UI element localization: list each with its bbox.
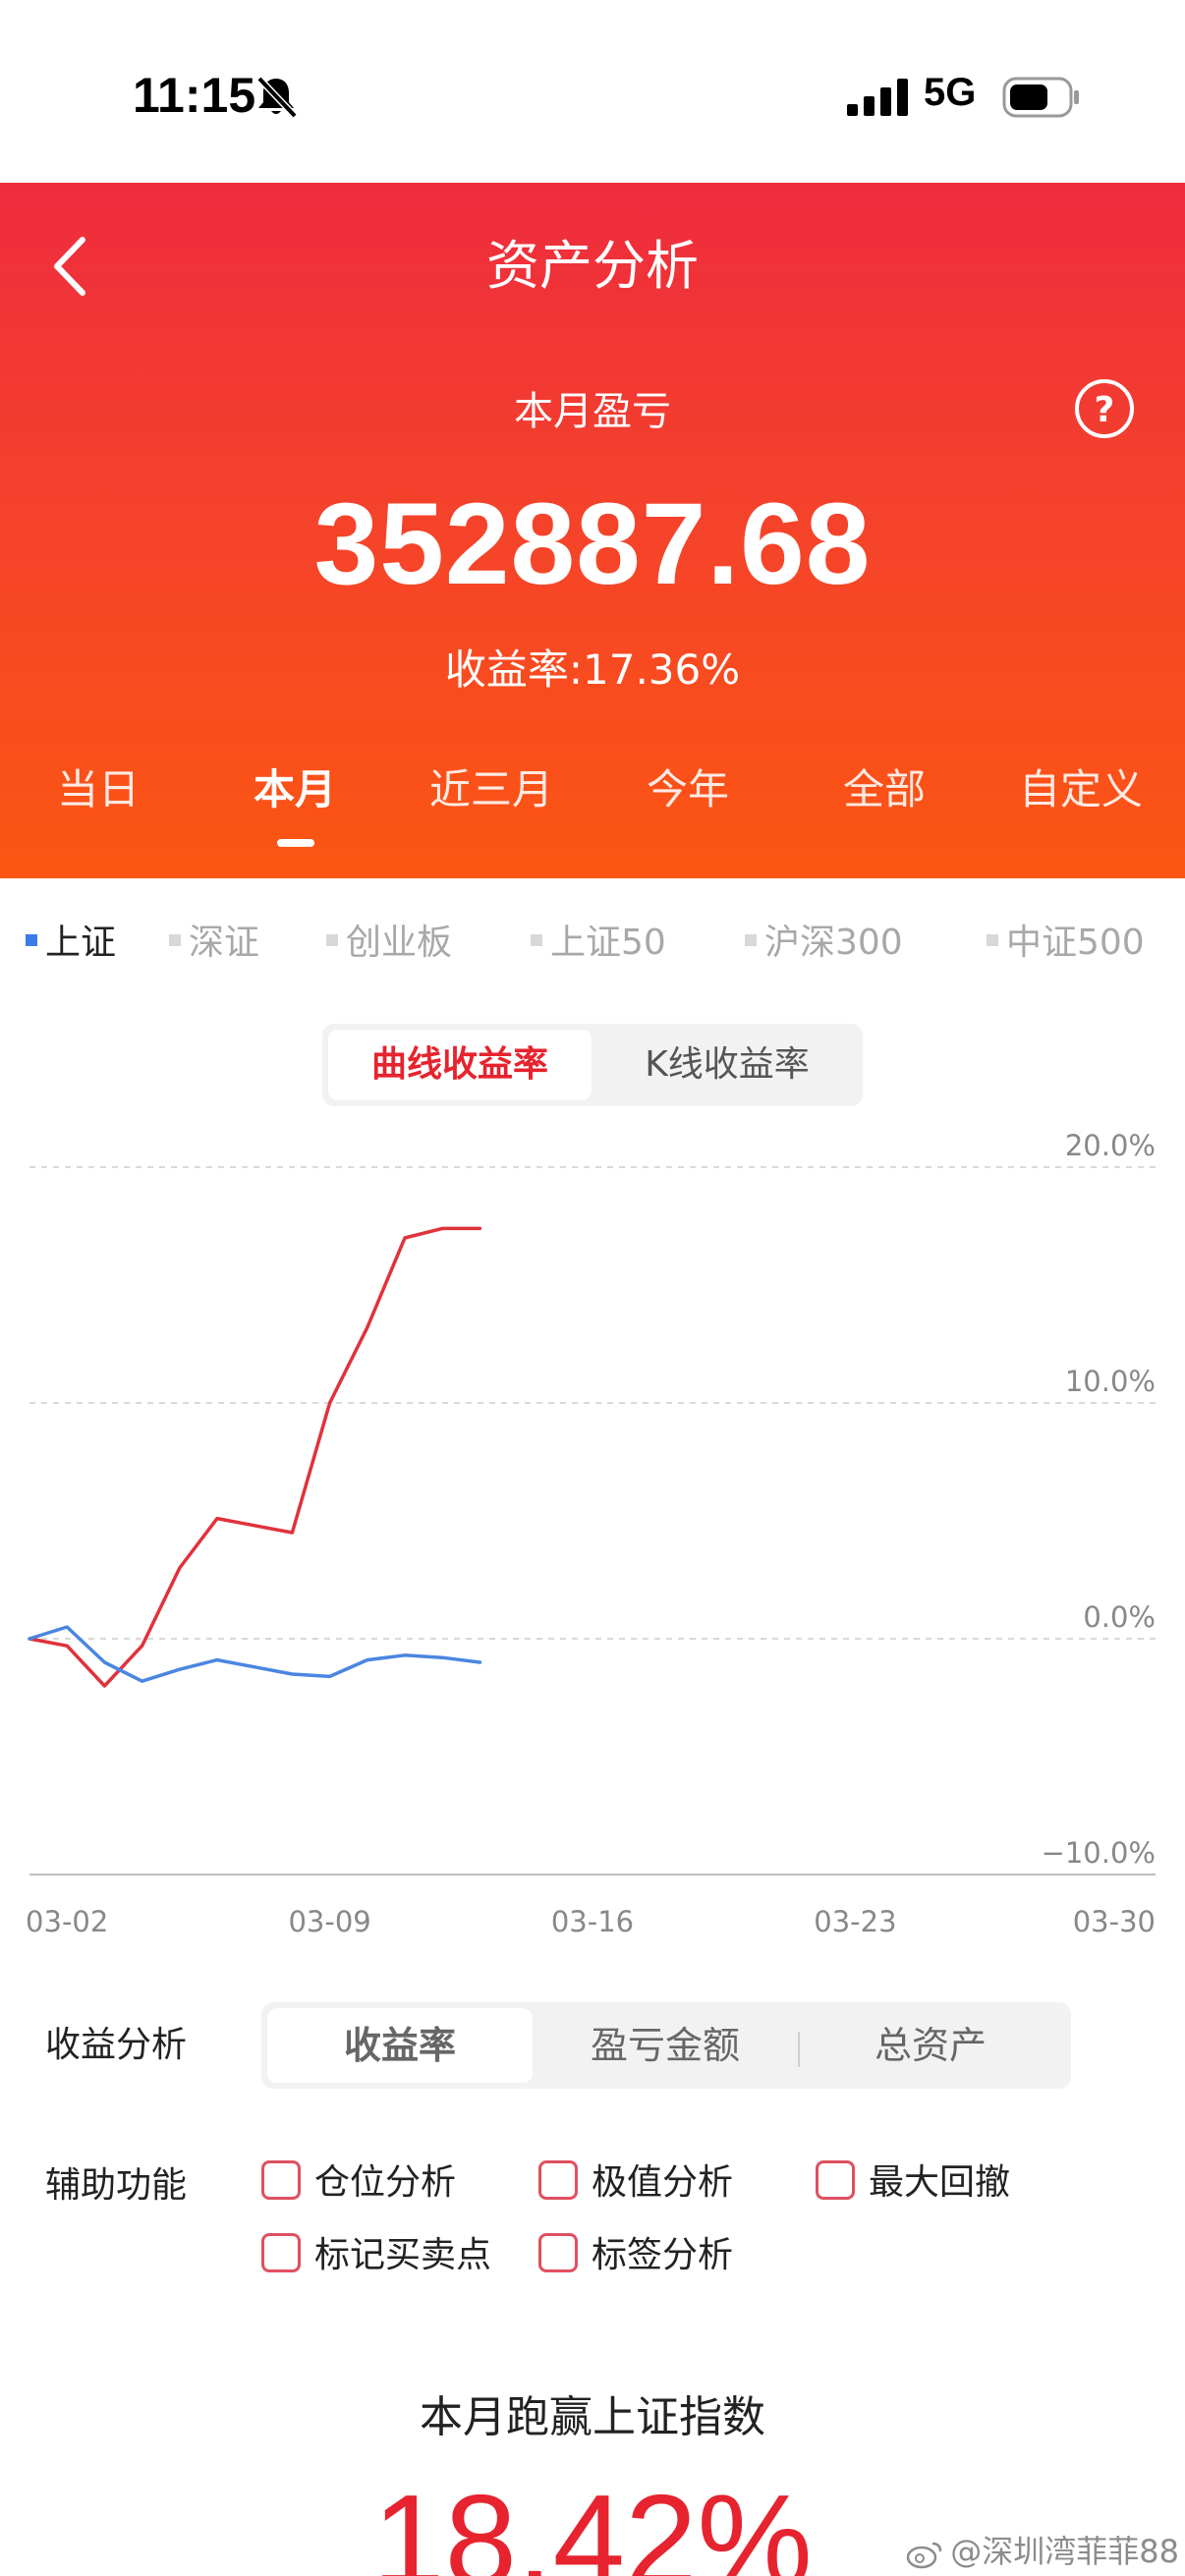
tab-this-month[interactable]: 本月 [197, 756, 393, 816]
legend-dot [745, 934, 757, 946]
chart-y-tick-label: −10.0% [1042, 1836, 1156, 1870]
index-tab-label: 深证 [189, 923, 260, 963]
status-time: 11:15 [133, 68, 256, 123]
index-tab-csi300[interactable]: 沪深300 [745, 914, 903, 965]
battery-icon [1002, 77, 1079, 118]
tool-mark-trades[interactable]: 标记买卖点 [261, 2226, 491, 2277]
chart-x-tick-label: 03-09 [288, 1905, 370, 1938]
kline-return-button[interactable]: K线收益率 [597, 1030, 857, 1100]
index-tab-shanghai[interactable]: 上证 [26, 914, 116, 965]
svg-text:?: ? [1095, 390, 1115, 430]
active-tab-indicator [277, 839, 314, 847]
cellular-signal-icon [847, 79, 908, 116]
return-analysis-tabs: 收益率 盈亏金额 总资产 [261, 2002, 1071, 2089]
index-tab-label: 上证50 [550, 923, 666, 963]
tab-last-three-months[interactable]: 近三月 [393, 756, 590, 816]
tool-position-analysis[interactable]: 仓位分析 [261, 2154, 456, 2205]
legend-dot [326, 934, 338, 946]
checkbox[interactable] [538, 2160, 578, 2200]
network-type: 5G [924, 71, 977, 114]
monthly-pnl-label: 本月盈亏 [514, 389, 671, 434]
tool-max-drawdown[interactable]: 最大回撤 [816, 2154, 1010, 2205]
checkbox[interactable] [261, 2233, 301, 2272]
tool-label: 最大回撤 [869, 2162, 1011, 2203]
index-tab-sse50[interactable]: 上证50 [531, 914, 666, 965]
weibo-icon [907, 2542, 942, 2569]
return-analysis-label: 收益分析 [45, 2025, 188, 2065]
index-tab-shenzhen[interactable]: 深证 [169, 914, 259, 965]
tab-this-year[interactable]: 今年 [590, 756, 786, 816]
tab-custom[interactable]: 自定义 [983, 756, 1179, 816]
chart-x-tick-label: 03-16 [551, 1905, 634, 1938]
return-curve-chart[interactable]: 20.0% 10.0% 0.0% −10.0% 03-02 03-09 03-16 03-23… [0, 1110, 1185, 1945]
tool-extremum-analysis[interactable]: 极值分析 [538, 2154, 733, 2205]
legend-dot [531, 934, 542, 946]
index-return-line [28, 1625, 482, 1683]
page-title: 资产分析 [486, 235, 699, 297]
index-tab-label: 中证500 [1006, 923, 1145, 963]
tab-pnl-amount[interactable]: 盈亏金额 [533, 2008, 798, 2083]
chart-x-tick-label: 03-30 [1073, 1905, 1156, 1938]
portfolio-return-line [28, 1226, 482, 1688]
bell-slash-icon [256, 76, 298, 119]
tool-label: 极值分析 [592, 2162, 734, 2203]
chart-x-tick-label: 03-23 [814, 1905, 896, 1938]
index-tabs: 上证 深证 创业板 上证50 沪深300 中证500 [0, 914, 1185, 973]
tab-all[interactable]: 全部 [786, 756, 983, 816]
tool-tag-analysis[interactable]: 标签分析 [538, 2226, 733, 2277]
checkbox[interactable] [816, 2160, 855, 2200]
period-tabs: 当日 本月 近三月 今年 全部 自定义 [0, 756, 1185, 835]
chart-type-toggle: 曲线收益率 K线收益率 [322, 1024, 863, 1106]
tool-label: 仓位分析 [314, 2162, 457, 2203]
legend-dot [987, 934, 998, 946]
checkbox[interactable] [261, 2160, 301, 2200]
tool-label: 标签分析 [592, 2235, 734, 2275]
chart-y-tick-label: 20.0% [1065, 1129, 1156, 1162]
tab-today[interactable]: 当日 [0, 756, 197, 816]
watermark-text: @深圳湾菲菲88 [950, 2533, 1179, 2570]
tab-return-rate[interactable]: 收益率 [267, 2008, 533, 2083]
checkbox[interactable] [538, 2233, 578, 2272]
chart-y-tick-label: 10.0% [1065, 1365, 1156, 1398]
question-circle-icon[interactable]: ? [1073, 377, 1136, 440]
status-bar: 11:15 5G [0, 0, 1185, 183]
chart-y-tick-label: 0.0% [1083, 1600, 1156, 1634]
legend-dot [169, 934, 181, 946]
return-rate: 收益率:17.36% [444, 645, 741, 694]
outperform-title: 本月跑赢上证指数 [420, 2392, 765, 2442]
index-tab-csi500[interactable]: 中证500 [987, 914, 1145, 965]
index-tab-label: 沪深300 [764, 923, 903, 963]
index-tab-label: 创业板 [346, 923, 453, 963]
watermark: @深圳湾菲菲88 [905, 2527, 1179, 2572]
legend-dot [26, 934, 37, 946]
chart-x-tick-label: 03-02 [26, 1905, 108, 1938]
asset-analysis-header: 资产分析 本月盈亏 ? 352887.68 收益率:17.36% 当日 本月 近… [0, 183, 1185, 878]
auxiliary-tools-label: 辅助功能 [45, 2165, 188, 2206]
index-tab-chinext[interactable]: 创业板 [326, 914, 452, 965]
index-tab-label: 上证 [45, 923, 117, 963]
tool-label: 标记买卖点 [314, 2235, 492, 2275]
curve-return-button[interactable]: 曲线收益率 [328, 1030, 592, 1100]
monthly-pnl-value: 352887.68 [313, 479, 872, 609]
tab-total-assets[interactable]: 总资产 [798, 2008, 1063, 2083]
